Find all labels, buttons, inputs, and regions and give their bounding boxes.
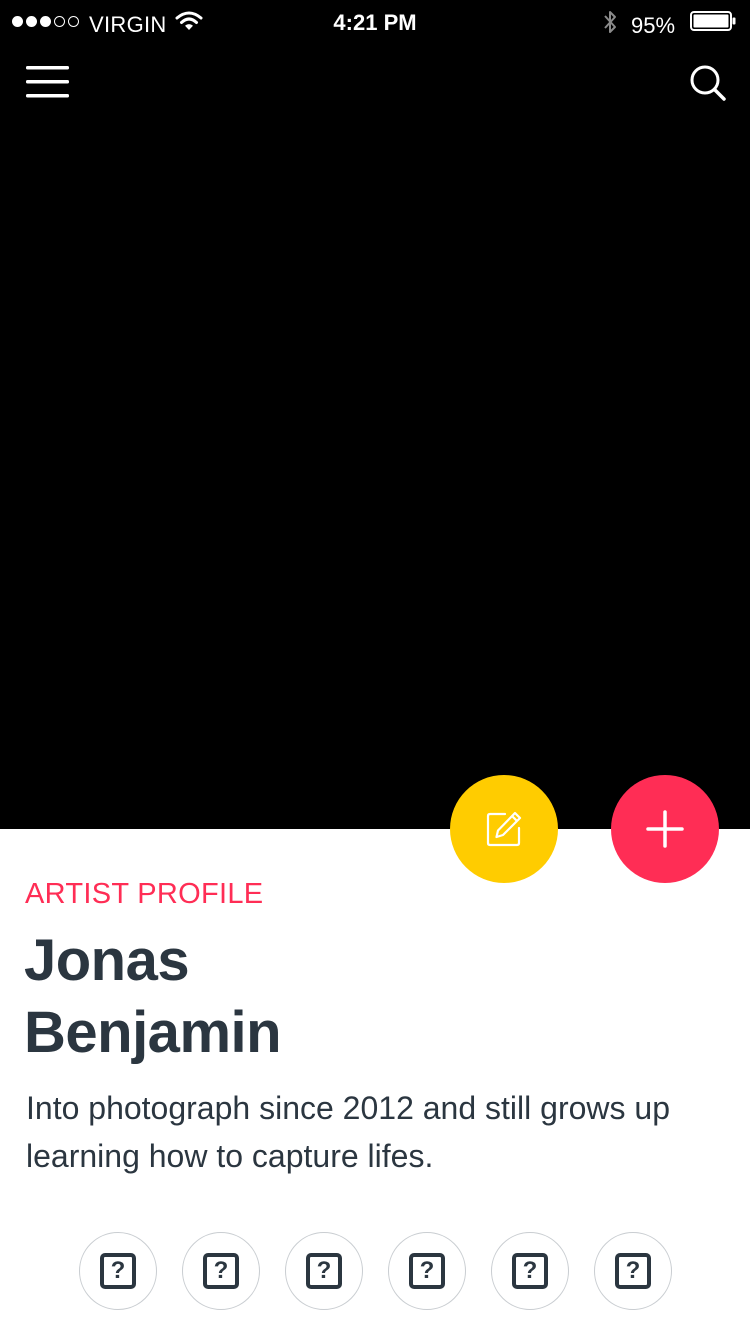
- artist-last-name: Benjamin: [24, 1000, 282, 1065]
- unknown-icon: ?: [512, 1253, 548, 1289]
- edit-profile-button[interactable]: [450, 775, 558, 883]
- artist-name: Jonas Benjamin: [24, 925, 504, 1069]
- social-link-button[interactable]: ?: [285, 1232, 363, 1310]
- artist-bio: Into photograph since 2012 and still gro…: [26, 1090, 670, 1174]
- section-label: ARTIST PROFILE: [25, 878, 264, 910]
- search-icon: [690, 65, 726, 101]
- artist-first-name: Jonas: [24, 928, 190, 993]
- add-button[interactable]: [611, 775, 719, 883]
- search-button[interactable]: [686, 60, 730, 104]
- unknown-icon: ?: [615, 1253, 651, 1289]
- edit-pencil-icon: [486, 811, 522, 847]
- bluetooth-icon: [604, 11, 616, 33]
- unknown-icon: ?: [306, 1253, 342, 1289]
- unknown-icon: ?: [100, 1253, 136, 1289]
- social-link-button[interactable]: ?: [491, 1232, 569, 1310]
- menu-button[interactable]: [22, 60, 74, 104]
- social-links: ? ? ? ? ? ?: [79, 1232, 672, 1310]
- social-link-button[interactable]: ?: [79, 1232, 157, 1310]
- social-link-button[interactable]: ?: [594, 1232, 672, 1310]
- plus-icon: [646, 810, 684, 848]
- cover-photo: [0, 0, 750, 829]
- status-bar: VIRGIN 4:21 PM 95%: [0, 0, 750, 46]
- social-link-button[interactable]: ?: [388, 1232, 466, 1310]
- battery-percentage: 95%: [631, 13, 676, 38]
- unknown-icon: ?: [203, 1253, 239, 1289]
- artist-profile-screen: VIRGIN 4:21 PM 95% ARTIST PROFILE Jonas …: [0, 0, 750, 1334]
- battery-icon: [690, 11, 736, 31]
- unknown-icon: ?: [409, 1253, 445, 1289]
- social-link-button[interactable]: ?: [182, 1232, 260, 1310]
- hamburger-menu-icon: [26, 66, 69, 98]
